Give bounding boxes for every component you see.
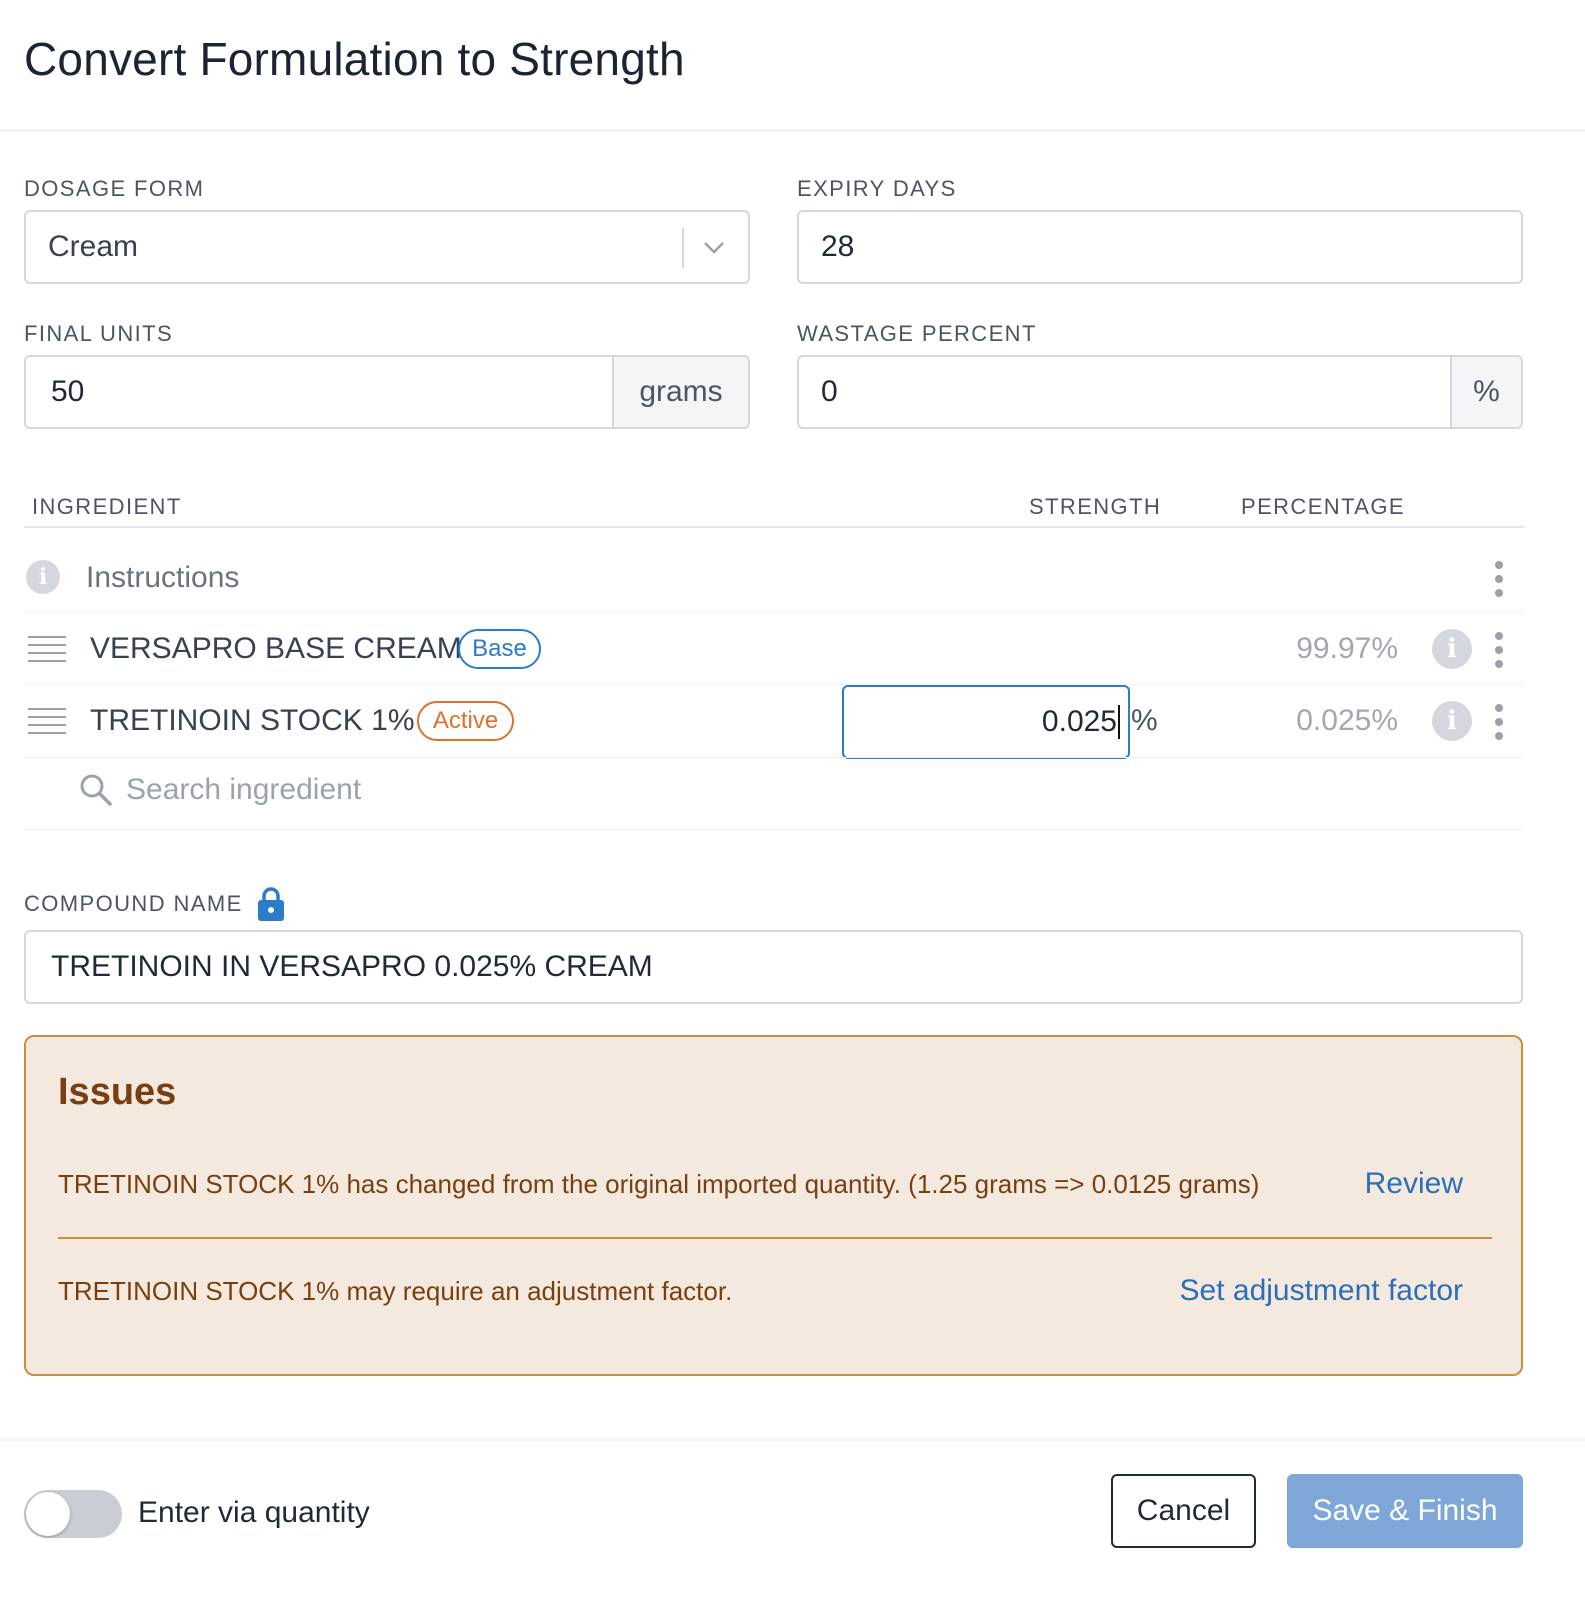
strength-column-header: STRENGTH xyxy=(1029,494,1162,519)
lock-icon[interactable] xyxy=(256,886,286,922)
row-divider xyxy=(24,757,1524,758)
toggle-label: Enter via quantity xyxy=(138,1496,370,1529)
info-icon[interactable]: i xyxy=(1432,629,1472,669)
convert-formulation-dialog: Convert Formulation to Strength DOSAGE F… xyxy=(0,0,1585,1607)
save-finish-button[interactable]: Save & Finish xyxy=(1287,1474,1523,1548)
row-menu-icon[interactable] xyxy=(1493,632,1505,668)
ingredient-percentage: 99.97% xyxy=(1296,632,1398,665)
strength-value: 0.025 xyxy=(1041,705,1117,738)
strength-unit: % xyxy=(1131,704,1158,737)
dialog-header: Convert Formulation to Strength xyxy=(0,0,1585,132)
expiry-days-input[interactable]: 28 xyxy=(797,210,1523,284)
ingredient-search[interactable]: Search ingredient xyxy=(78,772,361,808)
dialog-title: Convert Formulation to Strength xyxy=(24,33,685,85)
final-units-input[interactable]: 50 xyxy=(24,355,614,429)
instructions-menu-icon[interactable] xyxy=(1493,561,1505,597)
final-units-unit: grams xyxy=(612,355,750,429)
select-separator xyxy=(682,228,684,268)
strength-input[interactable]: 0.025 xyxy=(842,685,1130,759)
expiry-days-value: 28 xyxy=(821,230,855,263)
compound-name-value: TRETINOIN IN VERSAPRO 0.025% CREAM xyxy=(51,950,653,983)
text-cursor xyxy=(1118,705,1120,739)
issue-divider xyxy=(58,1237,1492,1239)
cancel-button[interactable]: Cancel xyxy=(1111,1474,1256,1548)
enter-via-quantity-toggle[interactable] xyxy=(24,1490,122,1538)
instructions-row-label[interactable]: Instructions xyxy=(86,561,239,595)
drag-handle-icon[interactable] xyxy=(28,708,66,736)
ingredient-percentage: 0.025% xyxy=(1296,704,1398,737)
ingredient-name: VERSAPRO BASE CREAM xyxy=(90,632,462,665)
chevron-down-icon[interactable] xyxy=(700,234,728,262)
review-link[interactable]: Review xyxy=(1365,1167,1463,1201)
base-badge: Base xyxy=(458,629,541,669)
wastage-percent-unit: % xyxy=(1450,355,1523,429)
wastage-percent-input[interactable]: 0 xyxy=(797,355,1452,429)
table-header-divider xyxy=(24,526,1524,528)
drag-handle-icon[interactable] xyxy=(28,636,66,664)
info-icon[interactable]: i xyxy=(1432,701,1472,741)
compound-name-input[interactable]: TRETINOIN IN VERSAPRO 0.025% CREAM xyxy=(24,930,1523,1004)
ingredient-name: TRETINOIN STOCK 1% xyxy=(90,704,415,737)
row-menu-icon[interactable] xyxy=(1493,704,1505,740)
issues-panel: Issues TRETINOIN STOCK 1% has changed fr… xyxy=(24,1035,1523,1376)
set-adjustment-factor-link[interactable]: Set adjustment factor xyxy=(1180,1274,1463,1308)
footer-divider xyxy=(0,1438,1585,1441)
wastage-percent-value: 0 xyxy=(821,375,838,408)
active-badge: Active xyxy=(417,701,514,741)
dosage-form-value: Cream xyxy=(48,230,139,263)
dosage-form-select[interactable]: Cream xyxy=(24,210,750,284)
expiry-days-label: EXPIRY DAYS xyxy=(797,176,957,201)
final-units-label: FINAL UNITS xyxy=(24,321,174,346)
row-divider xyxy=(24,829,1524,830)
search-placeholder: Search ingredient xyxy=(126,773,362,806)
dosage-form-label: DOSAGE FORM xyxy=(24,176,205,201)
search-icon xyxy=(80,774,112,806)
percentage-column-header: PERCENTAGE xyxy=(1241,494,1405,519)
final-units-value: 50 xyxy=(51,375,85,408)
row-divider xyxy=(24,612,1524,613)
row-divider xyxy=(24,684,1524,685)
issue-text: TRETINOIN STOCK 1% has changed from the … xyxy=(58,1169,1260,1199)
issues-title: Issues xyxy=(58,1071,177,1113)
toggle-knob xyxy=(26,1492,70,1536)
compound-name-label: COMPOUND NAME xyxy=(24,891,243,916)
wastage-percent-label: WASTAGE PERCENT xyxy=(797,321,1037,346)
info-icon: i xyxy=(26,560,60,594)
ingredient-column-header: INGREDIENT xyxy=(32,494,182,519)
issue-text: TRETINOIN STOCK 1% may require an adjust… xyxy=(58,1276,733,1306)
